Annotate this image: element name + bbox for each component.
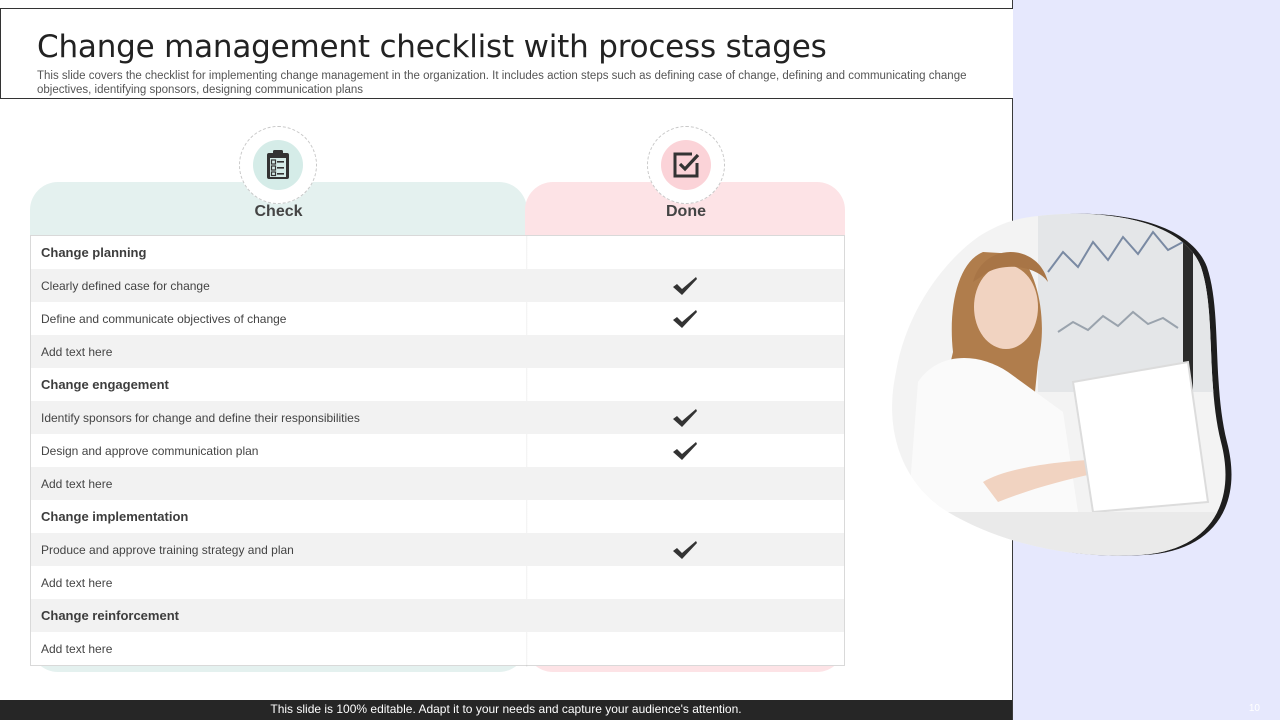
slide-title: Change management checklist with process…: [37, 29, 827, 65]
checklist-row: Add text here: [31, 335, 844, 368]
done-icon-badge: [647, 126, 725, 204]
section-title: Change reinforcement: [41, 608, 179, 623]
title-box: Change management checklist with process…: [0, 8, 1013, 99]
checklist-row: Add text here: [31, 566, 844, 599]
done-checkmark-icon: [673, 409, 697, 427]
checklist-row: Define and communicate objectives of cha…: [31, 302, 844, 335]
checklist-item-text: Add text here: [41, 476, 113, 491]
checklist-item-text: Identify sponsors for change and define …: [41, 410, 360, 425]
clipboard-checklist-icon: [267, 150, 289, 179]
section-title: Change implementation: [41, 509, 189, 524]
checkbox-icon: [673, 152, 700, 178]
check-column-header: Check: [254, 203, 303, 220]
checklist-table: Change planning Clearly defined case for …: [30, 235, 845, 667]
slide-subtitle: This slide covers the checklist for impl…: [37, 70, 967, 96]
checklist-item-text: Add text here: [41, 344, 113, 359]
checklist-item-text: Add text here: [41, 641, 113, 656]
checklist-row: Add text here: [31, 632, 844, 665]
section-header-row: Change engagement: [31, 368, 844, 401]
checklist-row: Produce and approve training strategy an…: [31, 533, 844, 566]
footer-bar: This slide is 100% editable. Adapt it to…: [0, 700, 1012, 720]
done-column-header: Done: [666, 203, 706, 220]
section-header-row: Change planning: [31, 236, 844, 269]
checklist-item-text: Design and approve communication plan: [41, 443, 259, 458]
slide-number: 10: [1248, 703, 1260, 714]
checklist-row: Clearly defined case for change: [31, 269, 844, 302]
checklist-row: Add text here: [31, 467, 844, 500]
done-checkmark-icon: [673, 442, 697, 460]
check-icon-badge: [239, 126, 317, 204]
section-title: Change planning: [41, 245, 147, 260]
done-checkmark-icon: [673, 541, 697, 559]
woman-reading-document-photo: [892, 213, 1232, 556]
done-checkmark-icon: [673, 277, 697, 295]
checklist-row: Identify sponsors for change and define …: [31, 401, 844, 434]
checklist-item-text: Add text here: [41, 575, 113, 590]
checklist-item-text: Clearly defined case for change: [41, 278, 210, 293]
checklist-item-text: Produce and approve training strategy an…: [41, 542, 294, 557]
section-header-row: Change reinforcement: [31, 599, 844, 632]
checklist-item-text: Define and communicate objectives of cha…: [41, 311, 287, 326]
section-header-row: Change implementation: [31, 500, 844, 533]
checklist-row: Design and approve communication plan: [31, 434, 844, 467]
section-title: Change engagement: [41, 377, 169, 392]
footer-text: This slide is 100% editable. Adapt it to…: [270, 702, 742, 716]
done-checkmark-icon: [673, 310, 697, 328]
